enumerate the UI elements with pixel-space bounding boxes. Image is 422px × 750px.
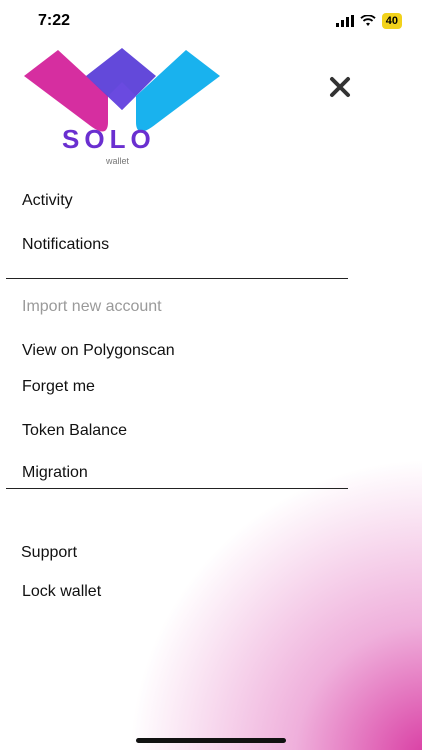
menu-item-lock-wallet[interactable]: Lock wallet	[22, 582, 101, 602]
menu-item-view-polygonscan[interactable]: View on Polygonscan	[22, 341, 175, 361]
menu-item-import-account: Import new account	[22, 298, 162, 315]
logo-subtitle: wallet	[106, 156, 130, 166]
menu-item-notifications[interactable]: Notifications	[22, 235, 109, 255]
home-indicator	[136, 738, 286, 743]
divider	[6, 278, 348, 279]
status-time: 7:22	[38, 12, 71, 29]
wifi-icon	[360, 15, 376, 26]
menu-item-forget-me[interactable]: Forget me	[22, 377, 95, 397]
close-icon	[330, 77, 350, 97]
battery-indicator: 40	[381, 13, 402, 29]
menu-item-migration[interactable]: Migration	[22, 463, 88, 483]
status-bar: 7:22 40	[0, 0, 422, 44]
menu-item-support[interactable]: Support	[21, 543, 77, 563]
signal-icon	[335, 15, 354, 27]
menu-item-token-balance[interactable]: Token Balance	[22, 421, 127, 441]
divider	[6, 488, 348, 489]
menu-item-activity[interactable]: Activity	[22, 191, 73, 211]
status-icons: 40	[335, 13, 402, 29]
close-button[interactable]	[326, 73, 354, 101]
logo-text: SOLO	[62, 124, 156, 154]
